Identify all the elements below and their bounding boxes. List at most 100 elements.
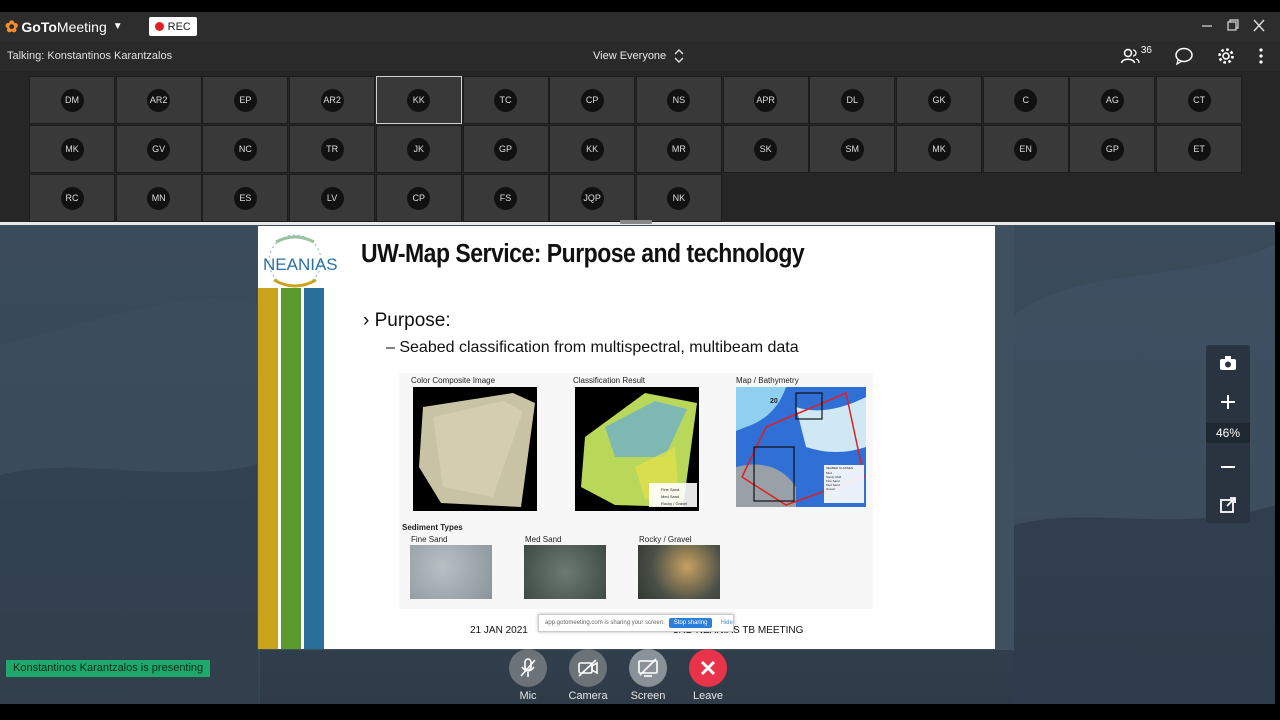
screen-control[interactable]: Screen: [618, 649, 678, 702]
zoom-in-button[interactable]: [1214, 388, 1242, 416]
participant-tile[interactable]: AG: [1069, 76, 1156, 124]
participant-tile[interactable]: CT: [1156, 76, 1243, 124]
participant-tile[interactable]: GV: [115, 125, 202, 173]
sediment-types-heading: Sediment Types: [402, 523, 463, 532]
seabed-figure: Color Composite Image Classification Res…: [399, 373, 873, 609]
leave-label: Leave: [693, 690, 723, 702]
sediment-rocky-label: Rocky / Gravel: [639, 535, 692, 544]
participant-tile[interactable]: MK: [896, 125, 982, 173]
participant-avatar: CP: [407, 186, 431, 210]
people-icon: [1120, 48, 1140, 64]
participant-tile[interactable]: DM: [29, 76, 115, 124]
slide-bullet: › Purpose:: [363, 310, 451, 331]
close-icon[interactable]: [1252, 16, 1266, 36]
participant-tile[interactable]: LV: [289, 174, 376, 222]
participant-tile[interactable]: GK: [896, 76, 982, 124]
hide-button[interactable]: Hide: [720, 620, 732, 626]
sediment-fine-sand-label: Fine Sand: [411, 535, 448, 544]
participant-avatar: FS: [494, 186, 517, 210]
mic-control[interactable]: Mic: [498, 649, 558, 702]
participant-tile[interactable]: KK: [549, 125, 636, 173]
map-depth-label: 20: [770, 398, 778, 405]
view-selector[interactable]: View Everyone: [593, 48, 684, 64]
map-legend-title: SEABED CLASSES: [826, 466, 853, 470]
slide-stripe-gold: [258, 288, 278, 649]
camera-control[interactable]: Camera: [558, 649, 618, 702]
participant-tile[interactable]: NK: [635, 174, 722, 222]
participant-tile[interactable]: APR: [722, 76, 809, 124]
camera-button[interactable]: [569, 649, 607, 687]
participant-avatar: DL: [840, 88, 864, 112]
legend-fine-sand: Fine Sand: [661, 487, 680, 492]
participant-tile[interactable]: ET: [1156, 125, 1243, 173]
gear-icon[interactable]: [1216, 46, 1236, 66]
participant-tile[interactable]: TR: [289, 125, 376, 173]
fig-label-map: Map / Bathymetry: [736, 376, 799, 385]
restore-icon[interactable]: [1226, 16, 1240, 36]
pop-out-icon: [1220, 497, 1236, 513]
participant-avatar: NS: [667, 88, 691, 112]
screen-share-notice: app.gotomeeting.com is sharing your scre…: [538, 614, 734, 632]
chat-icon[interactable]: [1174, 46, 1194, 66]
participant-tile[interactable]: JK: [375, 125, 462, 173]
minimize-icon[interactable]: [1200, 16, 1214, 36]
participant-tile[interactable]: CP: [375, 174, 462, 222]
participant-tile[interactable]: EP: [202, 76, 289, 124]
chevron-down-icon[interactable]: ▼: [113, 21, 123, 32]
participant-avatar: APR: [754, 88, 778, 112]
participant-tile[interactable]: MK: [29, 125, 115, 173]
participant-avatar: KK: [407, 88, 431, 112]
participant-tile[interactable]: AR2: [289, 76, 376, 124]
more-options-icon[interactable]: [1258, 46, 1264, 66]
screen-button[interactable]: [629, 649, 667, 687]
slide-sub-bullet-text: Seabed classification from multispectral…: [399, 339, 799, 356]
participant-tile[interactable]: MR: [635, 125, 722, 173]
snapshot-button[interactable]: [1214, 349, 1242, 377]
zoom-level: 46%: [1206, 423, 1250, 443]
participant-avatar: ET: [1187, 137, 1211, 161]
participant-avatar: NK: [667, 186, 691, 210]
people-button[interactable]: 36: [1120, 45, 1152, 65]
participant-tile[interactable]: SK: [722, 125, 809, 173]
participant-tile[interactable]: CP: [549, 76, 636, 124]
share-notice-text: app.gotomeeting.com is sharing your scre…: [545, 620, 665, 626]
participant-tile[interactable]: KK: [375, 76, 462, 124]
fig-label-color-composite: Color Composite Image: [411, 376, 496, 385]
participant-tile[interactable]: NC: [202, 125, 289, 173]
zoom-out-button[interactable]: [1214, 453, 1242, 481]
participant-tile[interactable]: SM: [809, 125, 896, 173]
recording-badge[interactable]: REC: [148, 17, 197, 36]
participant-tile[interactable]: RC: [29, 174, 115, 222]
participant-avatar: EP: [233, 88, 257, 112]
participant-tile[interactable]: FS: [462, 174, 549, 222]
participant-avatar: AR2: [147, 88, 171, 112]
mic-button[interactable]: [509, 649, 547, 687]
participant-tile[interactable]: EN: [982, 125, 1069, 173]
app-logo[interactable]: ✿ GoTo Meeting ▼: [5, 17, 123, 37]
leave-button[interactable]: [689, 649, 727, 687]
participant-tile[interactable]: GP: [1069, 125, 1156, 173]
participant-tile[interactable]: NS: [635, 76, 722, 124]
minus-icon: [1221, 466, 1235, 468]
participant-tile[interactable]: ES: [202, 174, 289, 222]
slide-stripe-blue: [304, 288, 324, 649]
participant-tile[interactable]: AR2: [115, 76, 202, 124]
participant-tile[interactable]: C: [982, 76, 1069, 124]
participant-tile[interactable]: MN: [115, 174, 202, 222]
participant-tile[interactable]: JQP: [549, 174, 636, 222]
shared-slide: NEANIAS UW-Map Service: Purpose and tech…: [258, 226, 995, 649]
close-x-icon: [700, 660, 716, 676]
resize-handle[interactable]: [620, 220, 652, 224]
sediment-med-sand-label: Med Sand: [525, 535, 562, 544]
slide-sub-bullet: – Seabed classification from multispectr…: [386, 339, 799, 356]
pop-out-button[interactable]: [1214, 491, 1242, 519]
up-down-chevron-icon: [674, 49, 684, 63]
leave-control[interactable]: Leave: [678, 649, 738, 702]
slide-title: UW-Map Service: Purpose and technology: [361, 238, 805, 268]
participant-tile[interactable]: TC: [462, 76, 549, 124]
participant-avatar: GP: [494, 137, 517, 161]
legend-med-sand: Med Sand: [661, 494, 680, 499]
participant-tile[interactable]: DL: [809, 76, 896, 124]
stop-sharing-button[interactable]: Stop sharing: [668, 618, 713, 628]
participant-tile[interactable]: GP: [462, 125, 549, 173]
